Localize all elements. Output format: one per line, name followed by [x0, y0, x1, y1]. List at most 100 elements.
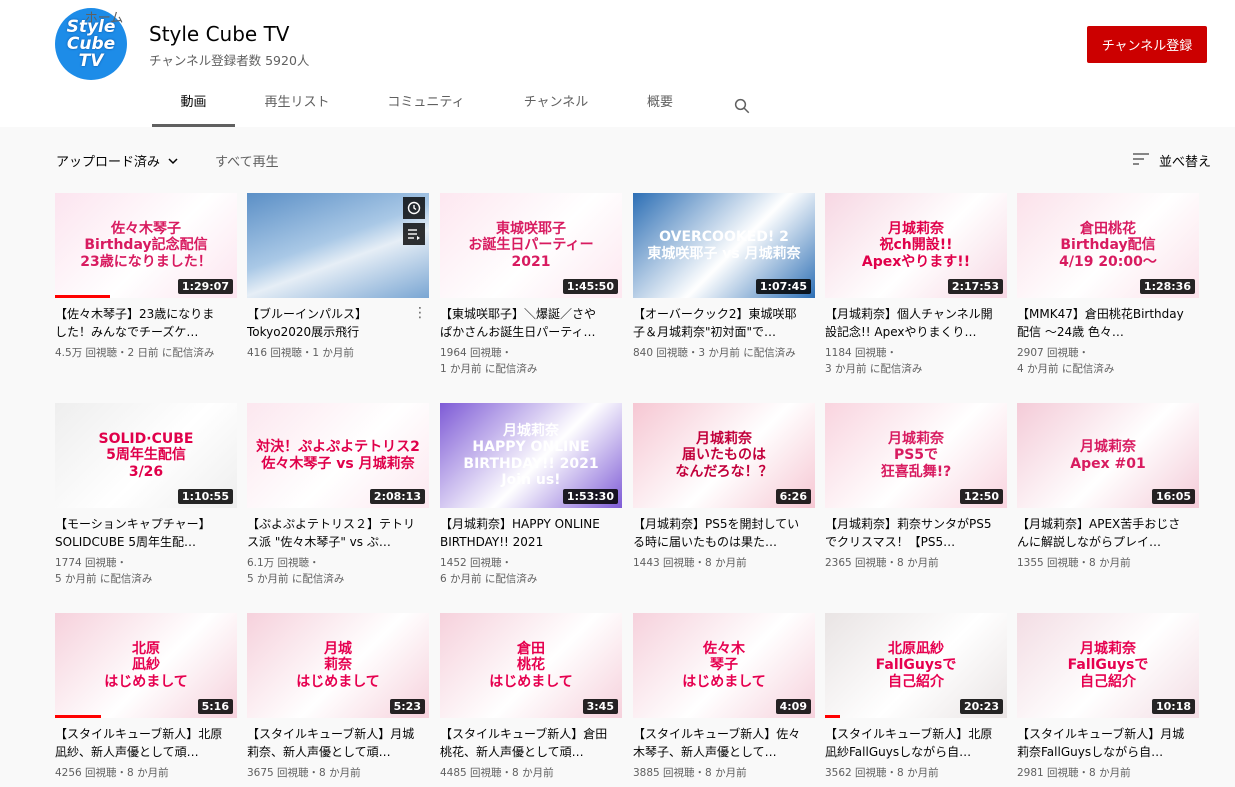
video-thumbnail[interactable]: 月城莉奈 届いたものは なんだろな！？ 6:26 — [633, 403, 815, 508]
video-metadata: 1964 回視聴・ 1 か月前 に配信済み — [440, 345, 622, 377]
subscribe-button[interactable]: チャンネル登録 — [1087, 26, 1207, 63]
view-count: 3675 回視聴・8 か月前 — [247, 767, 361, 779]
sort-icon[interactable] — [1132, 151, 1150, 167]
publish-age: 4 か月前 に配信済み — [1017, 363, 1115, 375]
video-thumbnail[interactable]: 佐々木琴子 Birthday記念配信 23歳になりました！ 1:29:07 — [55, 193, 237, 298]
thumbnail-text: 北原 凪紗 はじめまして — [104, 641, 188, 690]
video-card[interactable]: 倉田 桃花 はじめまして 3:45 【スタイルキューブ新人】倉田桃花、新人声優として… — [440, 613, 622, 781]
video-title[interactable]: 【月城莉奈】HAPPY ONLINE BIRTHDAY!! 2021 — [440, 515, 622, 551]
sort-button[interactable]: 並べ替え — [1159, 151, 1211, 170]
video-card[interactable]: 月城莉奈 PS5で 狂喜乱舞!? 12:50 【月城莉奈】莉奈サンタがPS5でクリス… — [825, 403, 1007, 571]
add-to-queue-icon[interactable] — [403, 223, 425, 245]
video-thumbnail[interactable]: 月城莉奈 FallGuysで 自己紹介 10:18 — [1017, 613, 1199, 718]
video-title[interactable]: 【月城莉奈】APEX苦手おじさんに解説しながらプレイ… — [1017, 515, 1199, 551]
tab-home[interactable]: ホーム — [66, 0, 142, 40]
video-title[interactable]: 【スタイルキューブ新人】佐々木琴子、新人声優として… — [633, 725, 815, 761]
video-title[interactable]: 【スタイルキューブ新人】月城莉奈、新人声優として頑… — [247, 725, 429, 761]
duration-badge: 5:23 — [389, 699, 425, 714]
video-card[interactable]: 北原 凪紗 はじめまして 5:16 【スタイルキューブ新人】北原凪紗、新人声優として… — [55, 613, 237, 781]
more-actions-icon[interactable]: ⋮ — [413, 305, 427, 321]
watch-later-icon[interactable] — [403, 197, 425, 219]
tab-channels[interactable]: チャンネル — [508, 84, 604, 124]
uploads-dropdown[interactable]: アップロード済み — [56, 151, 179, 170]
video-toolbar: アップロード済み すべて再生 並べ替え — [0, 127, 1235, 191]
video-thumbnail[interactable]: 佐々木 琴子 はじめまして 4:09 — [633, 613, 815, 718]
video-thumbnail[interactable]: 月城莉奈 HAPPY ONLINE BIRTHDAY!! 2021 Join u… — [440, 403, 622, 508]
video-metadata: 4485 回視聴・8 か月前 — [440, 765, 622, 781]
video-thumbnail[interactable]: 月城莉奈 祝ch開設!! Apexやります!! 2:17:53 — [825, 193, 1007, 298]
thumbnail-text: 月城莉奈 Apex #01 — [1070, 439, 1146, 472]
tab-videos[interactable]: 動画 — [152, 84, 235, 127]
video-card[interactable]: 月城 莉奈 はじめまして 5:23 【スタイルキューブ新人】月城莉奈、新人声優として… — [247, 613, 429, 781]
tab-playlists[interactable]: 再生リスト — [245, 84, 349, 124]
chevron-down-icon — [168, 158, 178, 165]
video-card[interactable]: 【ブルーインパルス】Tokyo2020展示飛行 ⋮ 416 回視聴・1 か月前 — [247, 193, 429, 361]
video-thumbnail[interactable]: SOLID·CUBE 5周年生配信 3/26 1:10:55 — [55, 403, 237, 508]
video-card[interactable]: 対決！ぷよぷよテトリス2 佐々木琴子 vs 月城莉奈 2:08:13 【ぷよぷよテト… — [247, 403, 429, 587]
thumbnail-text: 佐々木琴子 Birthday記念配信 23歳になりました！ — [80, 221, 212, 270]
video-metadata: 3562 回視聴・8 か月前 — [825, 765, 1007, 781]
duration-badge: 1:53:30 — [562, 489, 618, 504]
video-title[interactable]: 【スタイルキューブ新人】倉田桃花、新人声優として頑… — [440, 725, 622, 761]
thumbnail-text: 月城莉奈 届いたものは なんだろな！？ — [675, 431, 773, 480]
tab-community[interactable]: コミュニティ — [372, 84, 480, 124]
video-card[interactable]: OVERCOOKED! 2 東城咲耶子 vs 月城莉奈 1:07:45 【オーバーク… — [633, 193, 815, 361]
video-thumbnail[interactable]: 月城莉奈 Apex #01 16:05 — [1017, 403, 1199, 508]
video-metadata: 416 回視聴・1 か月前 — [247, 345, 429, 361]
video-title[interactable]: 【月城莉奈】個人チャンネル開設記念!! Apexやりまくり… — [825, 305, 1007, 341]
video-card[interactable]: 月城莉奈 届いたものは なんだろな！？ 6:26 【月城莉奈】PS5を開封している時… — [633, 403, 815, 571]
duration-badge: 16:05 — [1151, 489, 1195, 504]
video-title[interactable]: 【MMK47】倉田桃花Birthday配信 ～24歳 色々… — [1017, 305, 1199, 341]
video-title[interactable]: 【ぷよぷよテトリス２】テトリス派 "佐々木琴子" vs ぷ… — [247, 515, 429, 551]
video-thumbnail[interactable] — [247, 193, 429, 298]
video-metadata: 1184 回視聴・ 3 か月前 に配信済み — [825, 345, 1007, 377]
view-count: 1452 回視聴・ — [440, 557, 513, 569]
video-title[interactable]: 【佐々木琴子】23歳になりました！みんなでチーズケ… — [55, 305, 237, 341]
video-thumbnail[interactable]: 対決！ぷよぷよテトリス2 佐々木琴子 vs 月城莉奈 2:08:13 — [247, 403, 429, 508]
video-title[interactable]: 【モーションキャプチャー】SOLIDCUBE 5周年生配… — [55, 515, 237, 551]
video-card[interactable]: 北原凪紗 FallGuysで 自己紹介 20:23 【スタイルキューブ新人】北原凪紗… — [825, 613, 1007, 781]
duration-badge: 5:16 — [197, 699, 233, 714]
video-thumbnail[interactable]: 倉田 桃花 はじめまして 3:45 — [440, 613, 622, 718]
video-metadata: 4.5万 回視聴・2 日前 に配信済み — [55, 345, 237, 361]
thumbnail-text: 月城莉奈 HAPPY ONLINE BIRTHDAY!! 2021 Join u… — [463, 423, 599, 488]
tab-about[interactable]: 概要 — [632, 84, 688, 124]
video-title[interactable]: 【ブルーインパルス】Tokyo2020展示飛行 — [247, 305, 429, 341]
video-thumbnail[interactable]: 北原 凪紗 はじめまして 5:16 — [55, 613, 237, 718]
video-card[interactable]: SOLID·CUBE 5周年生配信 3/26 1:10:55 【モーションキャプチャ… — [55, 403, 237, 587]
duration-badge: 4:09 — [775, 699, 811, 714]
video-title[interactable]: 【スタイルキューブ新人】月城莉奈FallGuysしながら自… — [1017, 725, 1199, 761]
video-title[interactable]: 【スタイルキューブ新人】北原凪紗FallGuysしながら自… — [825, 725, 1007, 761]
video-thumbnail[interactable]: 東城咲耶子 お誕生日パーティー 2021 1:45:50 — [440, 193, 622, 298]
video-title[interactable]: 【オーバークック2】東城咲耶子＆月城莉奈"初対面"で… — [633, 305, 815, 341]
view-count: 1774 回視聴・ — [55, 557, 128, 569]
video-card[interactable]: 倉田桃花 Birthday配信 4/19 20:00〜 1:28:36 【MMK47… — [1017, 193, 1199, 377]
duration-badge: 1:28:36 — [1139, 279, 1195, 294]
duration-badge: 2:08:13 — [369, 489, 425, 504]
view-count: 2365 回視聴・8 か月前 — [825, 557, 939, 569]
duration-badge: 12:50 — [959, 489, 1003, 504]
video-title[interactable]: 【月城莉奈】PS5を開封している時に届いたものは果た… — [633, 515, 815, 551]
video-thumbnail[interactable]: 北原凪紗 FallGuysで 自己紹介 20:23 — [825, 613, 1007, 718]
video-metadata: 1355 回視聴・8 か月前 — [1017, 555, 1199, 571]
video-thumbnail[interactable]: OVERCOOKED! 2 東城咲耶子 vs 月城莉奈 1:07:45 — [633, 193, 815, 298]
video-card[interactable]: 佐々木琴子 Birthday記念配信 23歳になりました！ 1:29:07 【佐々木… — [55, 193, 237, 361]
video-card[interactable]: 東城咲耶子 お誕生日パーティー 2021 1:45:50 【東城咲耶子】＼爆誕／さや… — [440, 193, 622, 377]
video-thumbnail[interactable]: 月城莉奈 PS5で 狂喜乱舞!? 12:50 — [825, 403, 1007, 508]
watch-progress-bar — [55, 295, 110, 298]
video-card[interactable]: 月城莉奈 祝ch開設!! Apexやります!! 2:17:53 【月城莉奈】個人チャ… — [825, 193, 1007, 377]
video-metadata: 4256 回視聴・8 か月前 — [55, 765, 237, 781]
video-card[interactable]: 月城莉奈 HAPPY ONLINE BIRTHDAY!! 2021 Join u… — [440, 403, 622, 587]
video-title[interactable]: 【東城咲耶子】＼爆誕／さやぱかさんお誕生日パーティ… — [440, 305, 622, 341]
video-card[interactable]: 月城莉奈 FallGuysで 自己紹介 10:18 【スタイルキューブ新人】月城莉奈… — [1017, 613, 1199, 781]
duration-badge: 1:45:50 — [562, 279, 618, 294]
video-thumbnail[interactable]: 月城 莉奈 はじめまして 5:23 — [247, 613, 429, 718]
video-card[interactable]: 佐々木 琴子 はじめまして 4:09 【スタイルキューブ新人】佐々木琴子、新人声優と… — [633, 613, 815, 781]
play-all-button[interactable]: すべて再生 — [215, 151, 279, 170]
video-card[interactable]: 月城莉奈 Apex #01 16:05 【月城莉奈】APEX苦手おじさんに解説しなが… — [1017, 403, 1199, 571]
video-title[interactable]: 【月城莉奈】莉奈サンタがPS5でクリスマス！【PS5… — [825, 515, 1007, 551]
thumbnail-text: 東城咲耶子 お誕生日パーティー 2021 — [468, 221, 594, 270]
video-title[interactable]: 【スタイルキューブ新人】北原凪紗、新人声優として頑… — [55, 725, 237, 761]
video-thumbnail[interactable]: 倉田桃花 Birthday配信 4/19 20:00〜 1:28:36 — [1017, 193, 1199, 298]
search-icon[interactable] — [733, 97, 751, 115]
